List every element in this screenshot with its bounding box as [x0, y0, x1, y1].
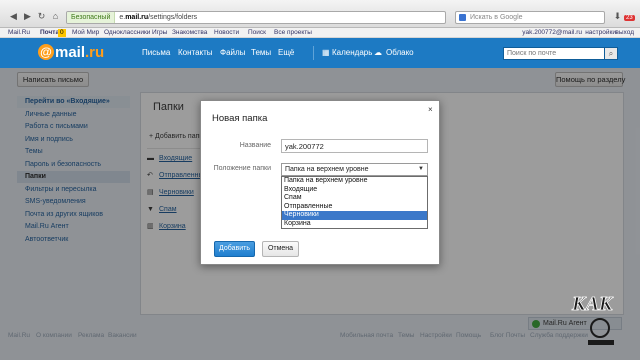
portal-link-all-projects[interactable]: Все проекты — [274, 28, 312, 38]
option-top-level[interactable]: Папка на верхнем уровне — [282, 177, 427, 186]
back-icon[interactable]: ◀ — [8, 11, 19, 22]
folder-position-select[interactable]: Папка на верхнем уровне ▼ — [281, 163, 428, 176]
portal-link-search[interactable]: Поиск — [248, 28, 266, 38]
portal-link-news[interactable]: Новости — [214, 28, 239, 38]
mail-header: @ mail.ru Письма Контакты Файлы Темы Ещё … — [0, 38, 640, 68]
nav-calendar[interactable]: Календарь — [332, 48, 372, 57]
mail-count-badge: 0 — [58, 29, 66, 37]
download-icon[interactable]: ⬇ — [612, 11, 623, 22]
browser-search-input[interactable]: Искать в Google — [455, 11, 605, 24]
chevron-down-icon: ▼ — [418, 166, 424, 172]
account-link[interactable]: yak.200772@mail.ru — [522, 28, 582, 38]
dialog-title: Новая папка — [212, 113, 268, 124]
portal-link-mail[interactable]: Почта — [40, 28, 59, 38]
close-icon[interactable]: × — [428, 105, 433, 114]
nav-themes[interactable]: Темы — [251, 48, 271, 57]
kak-watermark: КАК — [571, 293, 614, 345]
option-drafts[interactable]: Черновики — [282, 211, 427, 220]
folder-name-input[interactable] — [281, 139, 428, 153]
option-trash[interactable]: Корзина — [282, 220, 427, 229]
search-icon[interactable]: ⌕ — [604, 47, 618, 60]
notification-badge: 23 — [624, 15, 635, 21]
nav-more[interactable]: Ещё — [278, 48, 294, 57]
name-label: Название — [239, 142, 271, 149]
folder-position-options: Папка на верхнем уровне Входящие Спам От… — [281, 176, 428, 229]
mail-search-input[interactable] — [503, 47, 605, 60]
logout-link[interactable]: выход — [615, 28, 634, 38]
nav-letters[interactable]: Письма — [142, 48, 170, 57]
settings-link[interactable]: настройки — [585, 28, 616, 38]
portal-link-mymir[interactable]: Мой Мир — [72, 28, 99, 38]
address-bar[interactable]: Безопасный e.mail.ru/settings/folders — [66, 11, 446, 24]
url-text: e.mail.ru/settings/folders — [119, 14, 198, 21]
portal-link-ok[interactable]: Одноклассники — [104, 28, 150, 38]
portal-link-mailru[interactable]: Mail.Ru — [8, 28, 30, 38]
secure-badge: Безопасный — [67, 12, 116, 23]
google-icon — [459, 14, 466, 21]
reload-icon[interactable]: ↻ — [36, 11, 47, 22]
position-label: Положение папки — [213, 165, 271, 172]
new-folder-dialog: Новая папка × Название Положение папки П… — [200, 100, 440, 265]
watermark-text: КАК — [571, 293, 614, 315]
nav-files[interactable]: Файлы — [220, 48, 245, 57]
portal-link-games[interactable]: Игры — [152, 28, 167, 38]
browser-chrome: ◀ ▶ ↻ ⌂ Безопасный e.mail.ru/settings/fol… — [0, 0, 640, 28]
nav-contacts[interactable]: Контакты — [178, 48, 213, 57]
nav-separator — [313, 46, 314, 60]
calendar-icon: ▦ — [322, 48, 330, 57]
option-sent[interactable]: Отправленные — [282, 203, 427, 212]
forward-icon[interactable]: ▶ — [22, 11, 33, 22]
portal-link-dating[interactable]: Знакомства — [172, 28, 207, 38]
cancel-button[interactable]: Отмена — [262, 241, 299, 257]
add-folder-button[interactable]: Добавить — [214, 241, 255, 257]
portal-topbar: Mail.Ru Почта 0 Мой Мир Одноклассники Иг… — [0, 28, 640, 38]
cloud-icon: ☁ — [374, 48, 382, 57]
mailru-logo[interactable]: @ mail.ru — [38, 44, 104, 62]
home-icon[interactable]: ⌂ — [50, 11, 61, 22]
nav-cloud[interactable]: Облако — [386, 48, 414, 57]
option-inbox[interactable]: Входящие — [282, 186, 427, 195]
option-spam[interactable]: Спам — [282, 194, 427, 203]
